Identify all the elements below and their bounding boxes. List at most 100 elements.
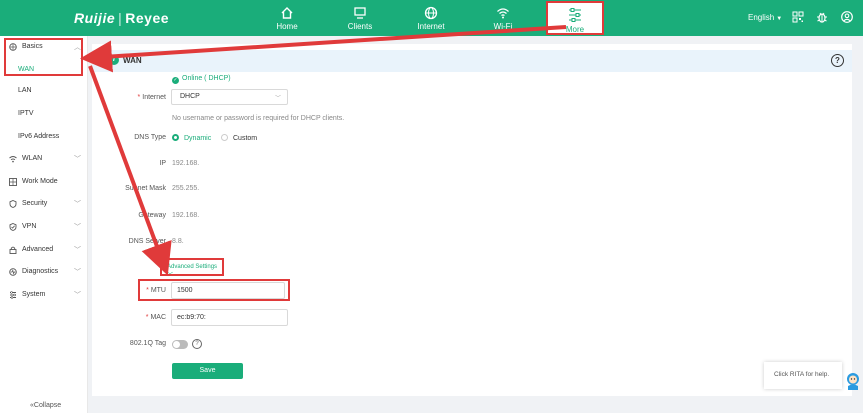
home-icon [281, 7, 293, 19]
globe-icon [9, 43, 17, 51]
mtu-label: * MTU [146, 287, 166, 294]
status-check-icon: ✓ [172, 77, 179, 84]
clients-icon [354, 7, 366, 19]
help-icon[interactable]: ? [831, 54, 844, 67]
nav-more[interactable]: More [546, 1, 604, 35]
mode-icon [9, 178, 17, 186]
nav-clients-label: Clients [347, 22, 373, 31]
chevron-down-icon: ﹀ [74, 201, 81, 208]
ip-value: 192.168. [172, 160, 200, 167]
subnet-mask-label: Subnet Mask [125, 185, 166, 192]
chevron-down-icon: ﹀ [74, 292, 81, 299]
sidebar-item-vpn[interactable]: VPN ﹀ [0, 218, 88, 236]
sidebar-item-label: Work Mode [22, 178, 58, 185]
sidebar-item-work-mode[interactable]: Work Mode [0, 173, 88, 191]
gateway-label: Gateway [138, 212, 166, 219]
dns-custom-radio[interactable]: Custom [221, 134, 257, 142]
sidebar-sub-label: WAN [18, 66, 35, 73]
dhcp-hint: No username or password is required for … [172, 115, 345, 122]
dns-dynamic-label: Dynamic [184, 135, 212, 142]
dns-server-label: DNS Server [128, 238, 166, 245]
chevron-down-icon: ﹀ [74, 269, 81, 276]
chevron-down-icon: ﹀ [274, 96, 281, 102]
nav-more-label: More [565, 25, 585, 34]
bug-icon[interactable] [816, 11, 828, 23]
dns-dynamic-radio[interactable]: Dynamic [172, 134, 211, 142]
rita-help-text: Click RITA for help. [774, 371, 830, 378]
dns-server-value: 8.8. [172, 238, 184, 245]
page-title: WAN [123, 56, 142, 65]
internet-type-select[interactable]: DHCP ﹀ [171, 89, 288, 105]
ip-label: IP [159, 160, 166, 167]
nav-wifi-label: Wi-Fi [493, 22, 513, 31]
radio-unselected-icon [221, 134, 228, 141]
sidebar-sub-wan[interactable]: WAN [0, 62, 88, 78]
nav-clients[interactable]: Clients [331, 0, 389, 36]
qr-code-icon[interactable] [792, 11, 804, 23]
sidebar-sub-lan[interactable]: LAN [0, 83, 88, 99]
vlan-tag-toggle[interactable] [172, 340, 188, 349]
mac-label: * MAC [145, 314, 166, 321]
nav-wifi[interactable]: Wi-Fi [474, 0, 532, 36]
sidebar-item-label: Basics [22, 43, 43, 50]
top-bar: Ruijie | Reyee Home Clients Internet Wi-Fi… [0, 0, 863, 36]
sidebar-item-system[interactable]: System ﹀ [0, 286, 88, 304]
advanced-settings-label: Advanced Settings [167, 264, 218, 270]
chevron-down-icon: ﹀ [74, 156, 81, 163]
sidebar-sub-label: IPv6 Address [18, 133, 60, 140]
sidebar-item-label: VPN [22, 223, 37, 230]
sidebar-sub-ipv6[interactable]: IPv6 Address [0, 129, 88, 145]
sidebar-item-advanced[interactable]: Advanced ﹀ [0, 241, 88, 259]
language-select[interactable]: English ▼ [748, 13, 782, 22]
mac-label-text: MAC [150, 314, 166, 321]
sidebar-sub-label: LAN [18, 87, 32, 94]
wifi-icon [9, 156, 17, 163]
sidebar-item-wlan[interactable]: WLAN ﹀ [0, 150, 88, 168]
language-label: English [748, 13, 775, 22]
gateway-value: 192.168. [172, 212, 200, 219]
chevron-down-icon: ﹀ [74, 224, 81, 231]
collapse-label: Collapse [33, 402, 62, 409]
nav-internet-label: Internet [417, 22, 445, 31]
dns-type-label: DNS Type [134, 134, 166, 141]
connection-status: ✓ Online ( DHCP) [172, 75, 231, 84]
internet-type-value: DHCP [180, 93, 200, 100]
sidebar-item-label: Advanced [22, 246, 54, 253]
brand-sub: Reyee [125, 10, 170, 26]
diagnostics-icon [9, 268, 17, 276]
sidebar-item-basics[interactable]: Basics ︿ [0, 38, 88, 56]
sidebar-sub-iptv[interactable]: IPTV [0, 106, 88, 122]
globe-icon [424, 6, 438, 20]
more-icon [569, 8, 581, 22]
sidebar-item-label: WLAN [22, 155, 43, 162]
advanced-settings-link[interactable]: Advanced Settings ﹀ [160, 258, 224, 279]
sidebar-item-security[interactable]: Security ﹀ [0, 195, 88, 213]
radio-selected-icon [172, 134, 179, 141]
save-button[interactable]: Save [172, 363, 243, 379]
chevron-up-icon: ︿ [74, 44, 81, 51]
nav-internet[interactable]: Internet [402, 0, 460, 36]
user-icon[interactable] [841, 11, 853, 23]
vpn-icon [9, 223, 17, 231]
sidebar-item-label: Security [22, 200, 48, 207]
dns-custom-label: Custom [233, 135, 258, 142]
collapse-button[interactable]: «Collapse [30, 402, 61, 409]
chevron-down-icon: ▼ [776, 16, 783, 22]
info-icon: i [109, 55, 119, 65]
rita-avatar-icon[interactable] [845, 372, 861, 390]
mtu-input[interactable] [171, 282, 285, 299]
lock-icon [9, 246, 17, 254]
question-icon[interactable]: ? [192, 339, 202, 349]
chevron-down-icon: ﹀ [74, 247, 81, 254]
mac-input[interactable] [171, 309, 288, 326]
nav-home[interactable]: Home [258, 0, 316, 36]
sidebar-item-label: Diagnostics [22, 268, 59, 275]
shield-icon [9, 200, 17, 208]
sidebar-item-label: System [22, 291, 46, 298]
mtu-label-text: MTU [150, 287, 166, 294]
sidebar-item-diagnostics[interactable]: Diagnostics ﹀ [0, 263, 88, 281]
internet-label-text: Internet [142, 94, 166, 101]
nav-home-label: Home [276, 22, 298, 31]
rita-help-bubble[interactable]: Click RITA for help. [764, 362, 842, 389]
internet-label: * Internet [137, 94, 166, 101]
